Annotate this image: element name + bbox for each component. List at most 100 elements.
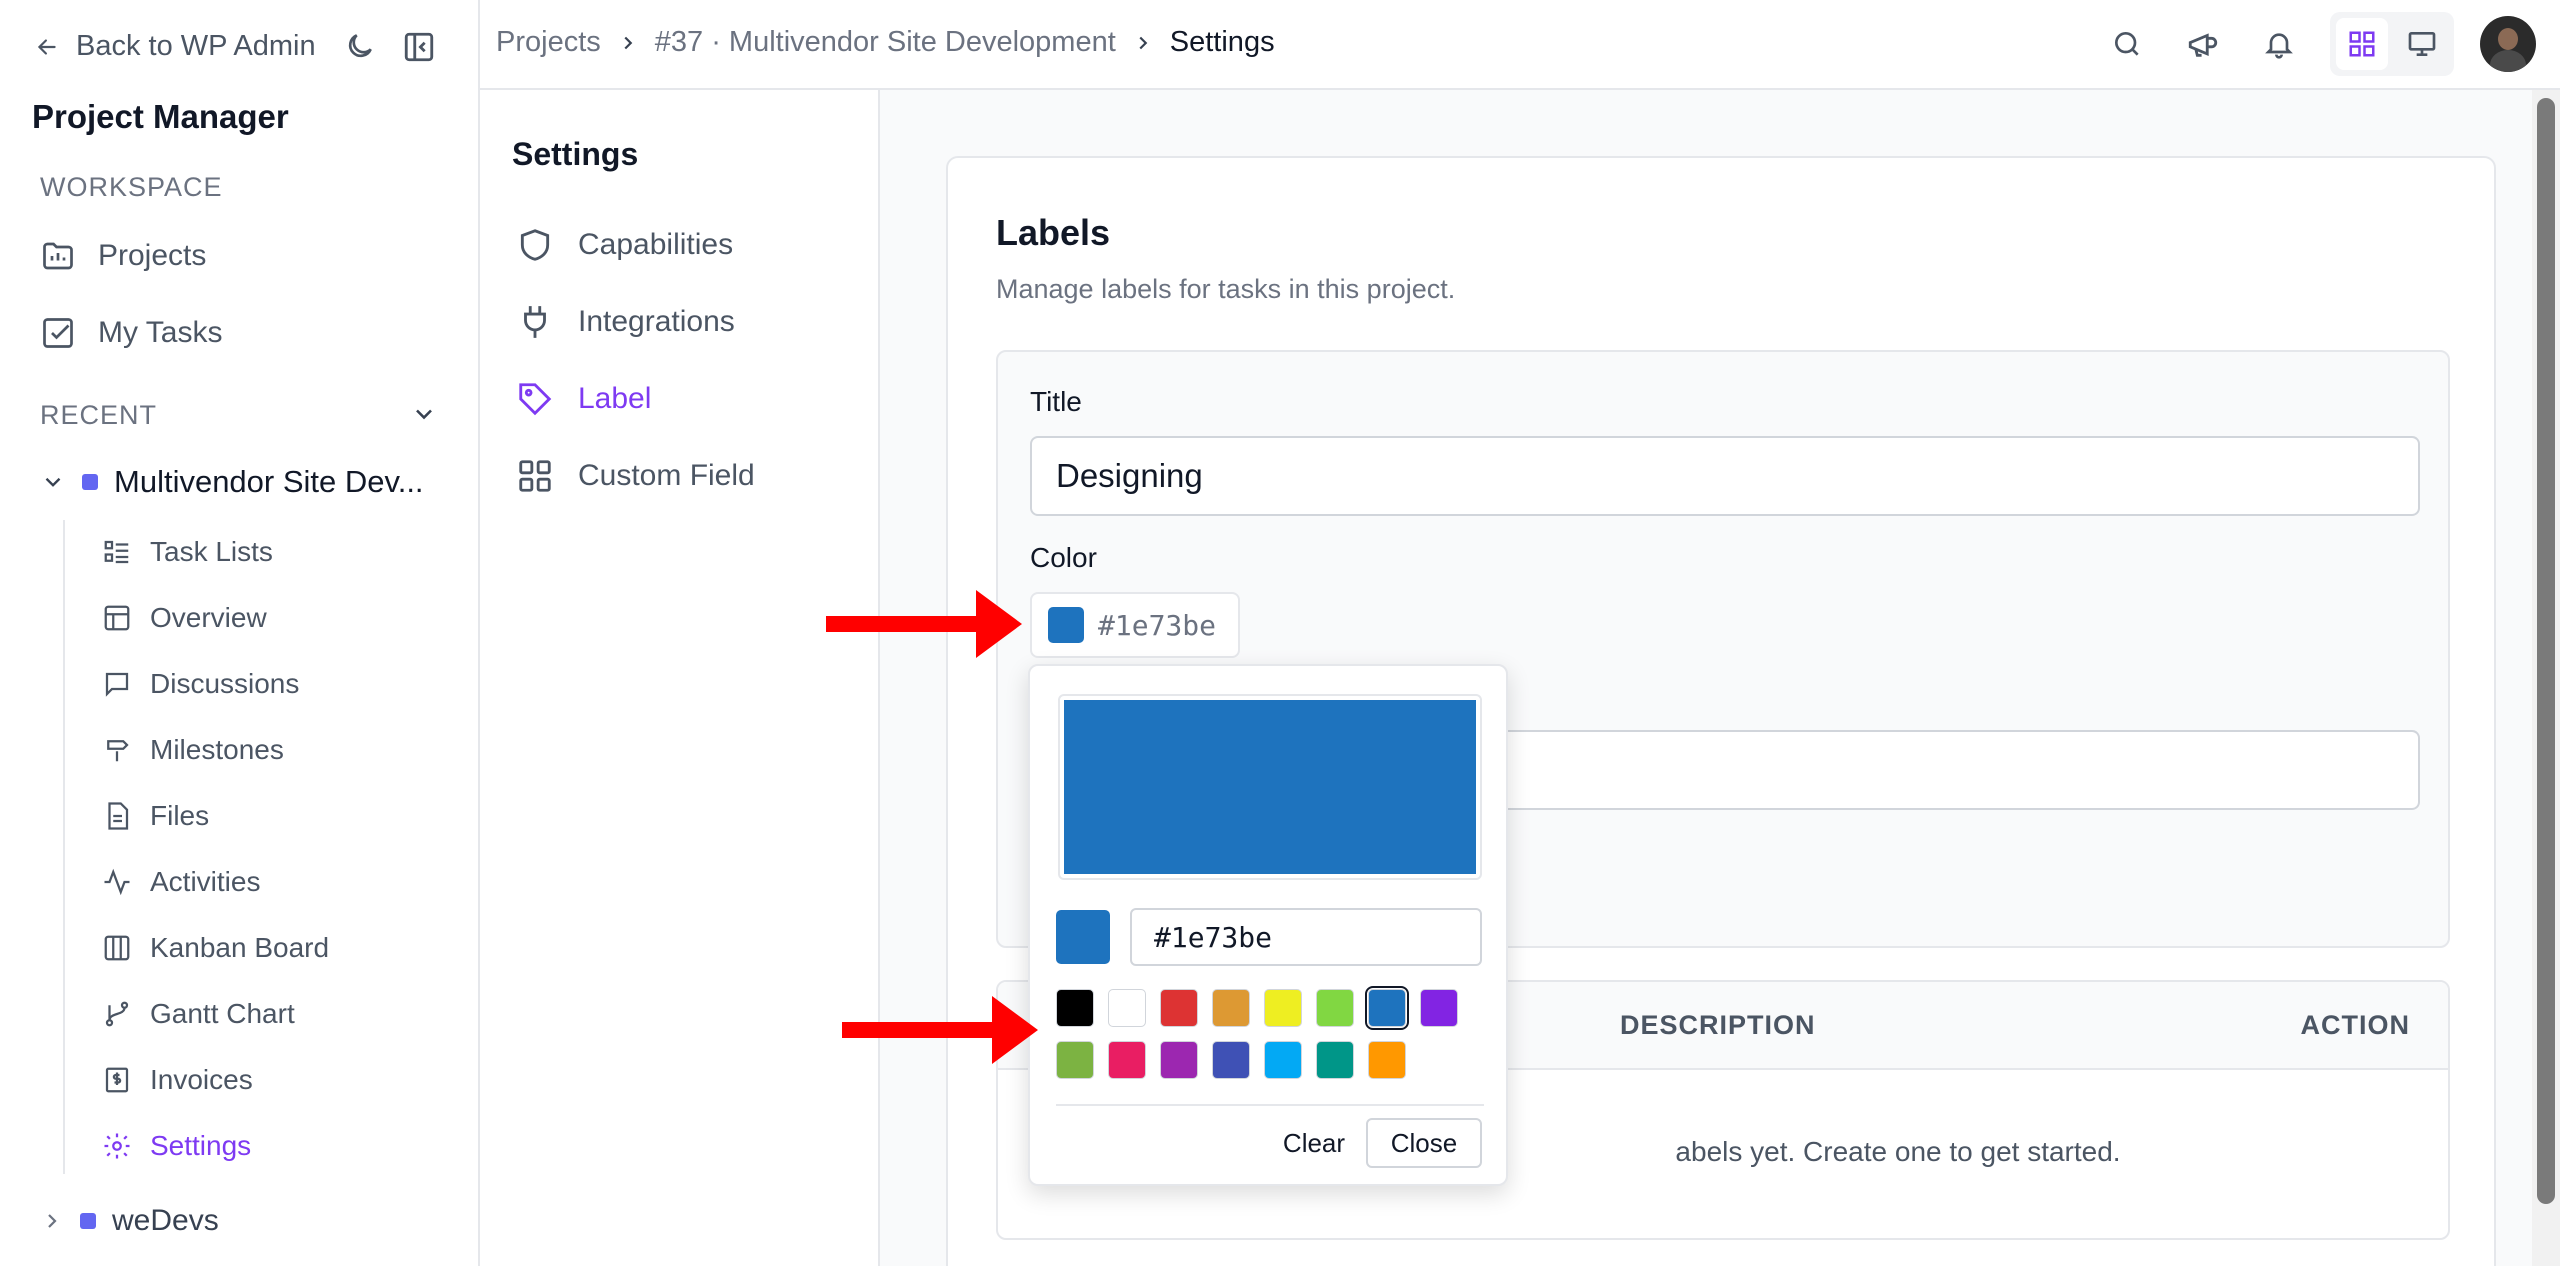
color-preset-swatch[interactable] (1264, 1041, 1302, 1079)
close-button[interactable]: Close (1366, 1118, 1482, 1168)
chevron-right-icon (624, 36, 633, 49)
page-scrollbar[interactable] (2532, 90, 2560, 1266)
labels-subtitle: Manage labels for tasks in this project. (996, 274, 1456, 304)
sidebar-item-files[interactable]: Files (102, 800, 209, 832)
color-preset-swatch[interactable] (1264, 989, 1302, 1027)
file-icon (108, 802, 129, 830)
color-preset-swatch[interactable] (1056, 1041, 1094, 1079)
chevron-right-icon[interactable] (40, 1209, 64, 1233)
monitor-icon[interactable] (2396, 18, 2448, 70)
search-icon[interactable] (2102, 19, 2152, 69)
plug-icon (524, 306, 546, 338)
chevron-down-icon[interactable] (40, 469, 66, 495)
bell-icon[interactable] (2254, 19, 2304, 69)
workspace-section-label: WORKSPACE (40, 172, 223, 202)
color-hex-text: #1e73be (1098, 608, 1217, 642)
back-link-label: Back to WP Admin (76, 30, 316, 62)
color-preset-swatch[interactable] (1316, 989, 1354, 1027)
hex-input[interactable]: #1e73be (1130, 908, 1482, 966)
settings-item-label-tab[interactable]: Label (516, 380, 651, 418)
clear-button[interactable]: Clear (1266, 1118, 1362, 1168)
shield-icon (520, 229, 550, 261)
recent-project-wedevs[interactable]: weDevs (40, 1204, 219, 1238)
sidebar-item-label: Activities (150, 866, 261, 897)
subtree-line (63, 520, 65, 1174)
breadcrumb-current: Settings (1169, 26, 1275, 58)
project-name: Multivendor Site Dev... (114, 464, 424, 499)
sidebar-item-my-tasks[interactable]: My Tasks (40, 315, 222, 351)
sidebar-item-label: Files (150, 800, 210, 831)
sidebar-item-kanban-board[interactable]: Kanban Board (102, 932, 329, 964)
color-preset-swatch[interactable] (1160, 989, 1198, 1027)
list-icon (104, 540, 129, 564)
color-field-label: Color (1030, 542, 1097, 573)
divider (1056, 1104, 1484, 1106)
invoice-icon (105, 1067, 129, 1093)
folder-icon (43, 242, 73, 270)
sidebar-item-overview[interactable]: Overview (102, 602, 267, 634)
breadcrumb: Projects #37 · Multivendor Site Developm… (496, 26, 1275, 59)
top-bar: Projects #37 · Multivendor Site Developm… (480, 0, 2560, 90)
git-branch-icon (105, 1001, 129, 1027)
sidebar-item-label: Discussions (150, 668, 300, 699)
annotation-arrow (842, 996, 1038, 1064)
color-preset-swatch[interactable] (1212, 989, 1250, 1027)
labels-title: Labels (996, 212, 1111, 253)
color-preset-swatch[interactable] (1316, 1041, 1354, 1079)
color-preset-swatch[interactable] (1368, 1041, 1406, 1079)
moon-icon[interactable] (344, 30, 376, 69)
collapse-sidebar-icon[interactable] (402, 30, 436, 69)
breadcrumb-project[interactable]: #37 · Multivendor Site Development (655, 26, 1116, 59)
sidebar-item-projects[interactable]: Projects (40, 238, 206, 274)
sidebar-item-settings[interactable]: Settings (102, 1130, 251, 1162)
sidebar-item-label: My Tasks (98, 316, 223, 349)
sidebar-item-label: Settings (150, 1130, 252, 1161)
color-preset-swatch[interactable] (1160, 1041, 1198, 1079)
column-header-description: DESCRIPTION (1620, 1010, 1816, 1040)
sidebar-item-task-lists[interactable]: Task Lists (102, 536, 273, 568)
sidebar-item-invoices[interactable]: Invoices (102, 1064, 253, 1096)
color-preset-swatch[interactable] (1212, 1041, 1250, 1079)
sidebar-item-label: Kanban Board (150, 932, 330, 963)
left-sidebar: Back to WP Admin Project Manager WORKSPA… (0, 0, 480, 1266)
sidebar-item-milestones[interactable]: Milestones (102, 734, 284, 766)
grid-view-icon[interactable] (2336, 18, 2388, 70)
settings-item-label: Integrations (578, 305, 735, 338)
tag-icon (519, 383, 552, 416)
megaphone-icon[interactable] (2178, 19, 2228, 69)
recent-project-multivendor[interactable]: Multivendor Site Dev... (40, 464, 424, 500)
color-preview[interactable] (1058, 694, 1482, 880)
color-preset-swatch[interactable] (1365, 986, 1409, 1030)
kanban-icon (104, 935, 130, 961)
breadcrumb-projects[interactable]: Projects (496, 26, 601, 59)
gear-icon (104, 1133, 130, 1159)
chevron-down-icon[interactable] (410, 400, 438, 433)
app-title: Project Manager (32, 98, 289, 135)
back-to-wp-admin-link[interactable]: Back to WP Admin (32, 30, 316, 63)
settings-item-custom-field[interactable]: Custom Field (516, 457, 755, 495)
sidebar-item-gantt-chart[interactable]: Gantt Chart (102, 998, 295, 1030)
arrow-left-icon (32, 32, 62, 62)
title-field-label: Title (1030, 386, 1082, 417)
sidebar-item-label: Milestones (150, 734, 284, 765)
settings-nav: Settings Capabilities Integrations Label… (480, 90, 880, 1266)
chevron-right-icon (1139, 36, 1148, 49)
color-picker-button[interactable]: #1e73be (1030, 592, 1240, 658)
sidebar-item-activities[interactable]: Activities (102, 866, 260, 898)
sidebar-item-discussions[interactable]: Discussions (102, 668, 299, 700)
signpost-icon (107, 740, 129, 762)
color-preset-swatch[interactable] (1420, 989, 1458, 1027)
scrollbar-thumb[interactable] (2537, 98, 2555, 1204)
settings-item-label: Label (578, 382, 652, 415)
current-color-swatch (1056, 910, 1110, 964)
title-input[interactable]: Designing (1030, 436, 2420, 516)
sidebar-item-label: Gantt Chart (150, 998, 295, 1029)
user-avatar[interactable] (2480, 16, 2536, 72)
color-preset-swatch[interactable] (1108, 989, 1146, 1027)
settings-item-integrations[interactable]: Integrations (516, 303, 735, 341)
color-picker-popover: #1e73be Clear Close (1028, 664, 1508, 1186)
settings-item-capabilities[interactable]: Capabilities (516, 226, 733, 264)
color-preset-swatch[interactable] (1056, 989, 1094, 1027)
settings-item-label: Custom Field (578, 459, 755, 492)
color-preset-swatch[interactable] (1108, 1041, 1146, 1079)
